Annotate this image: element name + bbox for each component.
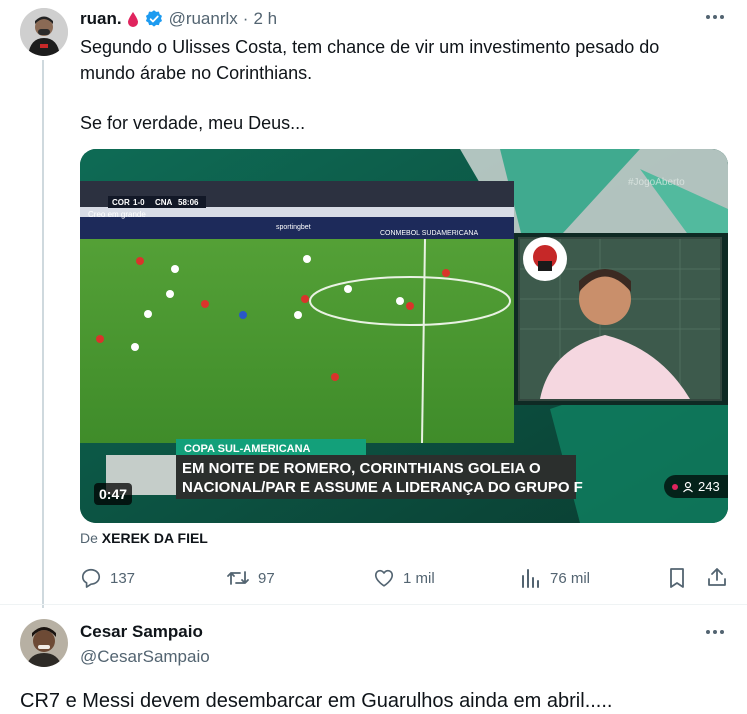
conmebol-ad: CONMEBOL SUDAMERICANA xyxy=(380,230,478,237)
reply-author-avatar[interactable] xyxy=(20,619,68,667)
reply-more-icon[interactable] xyxy=(704,621,726,648)
video-player[interactable]: COPA SUL-AMERICANA EM NOITE DE ROMERO, C… xyxy=(80,149,728,523)
source-attribution: De XEREK DA FIEL xyxy=(80,530,208,546)
blood-drop-icon xyxy=(127,11,139,27)
author-avatar[interactable] xyxy=(20,8,68,56)
headline-line-2: NACIONAL/PAR E ASSUME A LIDERANÇA DO GRU… xyxy=(182,479,583,496)
retweet-count: 97 xyxy=(258,569,275,587)
bookmark-icon[interactable] xyxy=(666,567,688,594)
watermark: #JogoAberto xyxy=(628,177,685,188)
score: 1-0 xyxy=(133,198,145,207)
sponsor-ad: sportingbet xyxy=(276,224,311,231)
separator-dot: · xyxy=(242,9,249,28)
viewer-count: 243 xyxy=(664,475,728,498)
divider xyxy=(0,604,747,605)
author-handle[interactable]: @ruanrlx xyxy=(169,9,238,29)
score-home: COR xyxy=(112,198,130,207)
banner-tag: COPA SUL-AMERICANA xyxy=(184,443,311,455)
reply-author-handle[interactable]: @CesarSampaio xyxy=(80,647,210,667)
stadium-ad: Creo em grande xyxy=(88,210,146,219)
tweet-text-line-1: Segundo o Ulisses Costa, tem chance de v… xyxy=(80,37,660,57)
share-icon[interactable] xyxy=(706,566,728,593)
score-away: CNA xyxy=(155,198,173,207)
tweet-text-line-2: mundo árabe no Corinthians. xyxy=(80,63,313,83)
video-duration: 0:47 xyxy=(94,483,133,505)
like-count: 1 mil xyxy=(403,569,435,587)
reply-button[interactable]: 137 xyxy=(80,567,135,589)
reply-author-name[interactable]: Cesar Sampaio xyxy=(80,622,203,642)
source-name[interactable]: XEREK DA FIEL xyxy=(102,530,208,546)
views-count: 76 mil xyxy=(550,569,591,587)
source-prefix: De xyxy=(80,530,98,546)
tweet-header: ruan. @ruanrlx · 2 h xyxy=(80,8,277,30)
author-name[interactable]: ruan. xyxy=(80,9,122,29)
verified-badge-icon[interactable] xyxy=(144,9,164,29)
live-dot xyxy=(672,483,678,490)
like-icon xyxy=(373,567,395,589)
thread-line xyxy=(42,60,44,608)
reply-icon xyxy=(80,567,102,589)
tweet-text-line-3: Se for verdade, meu Deus... xyxy=(80,113,306,133)
views-icon xyxy=(520,567,542,589)
video-frame: COPA SUL-AMERICANA EM NOITE DE ROMERO, C… xyxy=(80,149,728,523)
headline-line-1: EM NOITE DE ROMERO, CORINTHIANS GOLEIA O xyxy=(182,460,541,477)
reply-count: 137 xyxy=(110,569,136,587)
like-button[interactable]: 1 mil xyxy=(373,567,435,589)
tweet-time[interactable]: 2 h xyxy=(253,9,277,29)
retweet-icon xyxy=(226,567,250,589)
person-icon xyxy=(682,481,694,493)
viewer-count-text: 243 xyxy=(698,479,720,494)
reply-text: CR7 e Messi devem desembarcar em Guarulh… xyxy=(20,690,613,712)
duration-text: 0:47 xyxy=(99,486,128,502)
match-clock: 58:06 xyxy=(178,198,199,207)
retweet-button[interactable]: 97 xyxy=(226,567,275,589)
views-button[interactable]: 76 mil xyxy=(520,567,590,589)
more-icon[interactable] xyxy=(704,6,726,34)
